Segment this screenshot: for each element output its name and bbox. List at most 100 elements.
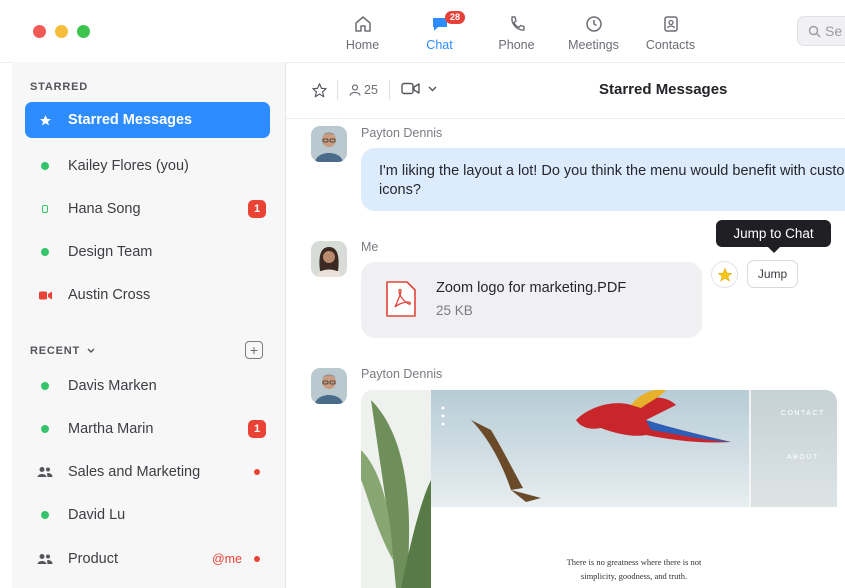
- mobile-status-icon: [42, 205, 48, 213]
- preview-quote-line: simplicity, goodness, and truth.: [580, 571, 688, 581]
- in-meeting-icon: [38, 291, 52, 299]
- preview-nav-contact: CONTACT: [781, 410, 825, 417]
- nav-phone[interactable]: Phone: [478, 12, 555, 52]
- contacts-icon: [663, 16, 678, 32]
- preview-quote-line: There is no greatness where there is not: [566, 557, 702, 567]
- group-icon: [37, 467, 53, 477]
- file-name: Zoom logo for marketing.PDF: [436, 280, 627, 296]
- video-menu-button[interactable]: [401, 82, 437, 95]
- unread-dot: [254, 556, 260, 562]
- pdf-file-icon: [386, 281, 416, 317]
- close-window-button[interactable]: [33, 25, 46, 38]
- online-status-icon: [41, 511, 49, 519]
- sidebar-item-label: David Lu: [68, 507, 126, 523]
- nav-meetings[interactable]: Meetings: [555, 12, 632, 52]
- star-outline-icon[interactable]: [311, 82, 328, 99]
- avatar[interactable]: [311, 368, 347, 404]
- sidebar-item-label: Sales and Marketing: [68, 464, 201, 480]
- avatar[interactable]: [311, 126, 347, 162]
- online-status-icon: [41, 382, 49, 390]
- preview-sky-photo: [431, 390, 749, 507]
- sender-name: Payton Dennis: [361, 367, 443, 381]
- unread-badge: 1: [248, 420, 266, 438]
- chat-unread-badge: 28: [445, 11, 466, 24]
- divider: [337, 80, 338, 100]
- plus-icon: +: [249, 342, 259, 358]
- home-icon: [354, 16, 371, 32]
- tooltip: Jump to Chat: [716, 220, 831, 253]
- unstar-button[interactable]: [711, 261, 738, 288]
- sidebar-item-label: Design Team: [68, 244, 153, 260]
- sidebar-item-austin-cross[interactable]: Austin Cross: [25, 277, 270, 313]
- chevron-down-icon: [428, 86, 437, 91]
- sender-name: Me: [361, 240, 379, 254]
- add-chat-button[interactable]: +: [245, 341, 263, 359]
- recent-label-text: RECENT: [30, 345, 81, 357]
- recent-section-label[interactable]: RECENT: [30, 345, 95, 357]
- sidebar-item-david-lu[interactable]: David Lu: [25, 497, 270, 533]
- online-status-icon: [41, 425, 49, 433]
- sidebar-item-sales-and-marketing[interactable]: Sales and Marketing: [25, 454, 270, 490]
- preview-nav-panel: CONTACT ABOUT: [751, 390, 837, 507]
- nav-contacts[interactable]: Contacts: [632, 12, 709, 52]
- phone-icon: [510, 16, 525, 31]
- preview-nav-about: ABOUT: [787, 454, 819, 461]
- sidebar-item-label: Davis Marken: [68, 378, 157, 394]
- window-controls: [33, 25, 90, 38]
- sidebar-item-label: Austin Cross: [68, 287, 151, 303]
- starred-section-label: STARRED: [30, 81, 88, 93]
- sidebar-item-label: Product: [68, 551, 118, 567]
- video-icon: [401, 82, 420, 95]
- chevron-down-icon: [87, 348, 95, 353]
- sidebar-item-martha-marin[interactable]: Martha Marin 1: [25, 411, 270, 447]
- nav-label: Phone: [498, 38, 535, 52]
- star-icon: [39, 114, 51, 125]
- avatar-man-icon: [311, 368, 347, 404]
- sidebar-item-starred-messages[interactable]: Starred Messages: [25, 102, 270, 138]
- top-bar: Home 28 Chat Phone Meetings Contacts Se: [0, 0, 845, 63]
- plant-leaf-icon: [361, 400, 431, 588]
- jump-button[interactable]: Jump: [747, 260, 798, 288]
- online-status-icon: [41, 248, 49, 256]
- nav-home[interactable]: Home: [324, 12, 401, 52]
- online-status-icon: [41, 162, 49, 170]
- unread-dot: [254, 469, 260, 475]
- mention-badge: @me: [211, 552, 242, 566]
- clock-icon: [585, 16, 602, 32]
- sidebar-item-design-team[interactable]: Design Team: [25, 234, 270, 270]
- image-attachment[interactable]: CONTACT ABOUT There is no greatness wher…: [361, 390, 837, 588]
- avatar-woman-icon: [311, 241, 347, 277]
- unread-badge: 1: [248, 200, 266, 218]
- main-nav: Home 28 Chat Phone Meetings Contacts: [324, 11, 709, 52]
- chat-header: 25 Starred Messages: [286, 62, 845, 119]
- member-count[interactable]: 25: [349, 83, 378, 97]
- avatar[interactable]: [311, 241, 347, 277]
- preview-quote-panel: There is no greatness where there is not…: [431, 507, 837, 588]
- sidebar-item-label: Martha Marin: [68, 421, 154, 437]
- avatar-man-icon: [311, 126, 347, 162]
- maximize-window-button[interactable]: [77, 25, 90, 38]
- nav-label: Meetings: [568, 38, 619, 52]
- sidebar-item-davis-marken[interactable]: Davis Marken: [25, 368, 270, 404]
- chat-title: Starred Messages: [599, 81, 728, 98]
- sidebar-item-hana-song[interactable]: Hana Song 1: [25, 191, 270, 227]
- nav-chat[interactable]: 28 Chat: [401, 11, 478, 52]
- search-input[interactable]: Se: [797, 16, 845, 46]
- sidebar: STARRED Starred Messages Kailey Flores (…: [12, 62, 286, 588]
- sidebar-item-product[interactable]: Product @me: [25, 541, 270, 577]
- sidebar-item-kailey-flores[interactable]: Kailey Flores (you): [25, 148, 270, 184]
- parrot-icon: [441, 390, 731, 502]
- sidebar-item-label: Starred Messages: [68, 112, 193, 128]
- file-size: 25 KB: [436, 303, 473, 318]
- minimize-window-button[interactable]: [55, 25, 68, 38]
- nav-label: Home: [345, 38, 380, 52]
- preview-plant-panel: [361, 390, 431, 588]
- file-attachment[interactable]: Zoom logo for marketing.PDF 25 KB: [361, 262, 702, 338]
- sidebar-item-label: Kailey Flores (you): [68, 158, 189, 174]
- nav-label: Contacts: [645, 38, 696, 52]
- message-bubble[interactable]: I'm liking the layout a lot! Do you thin…: [361, 148, 845, 211]
- member-count-value: 25: [364, 83, 378, 97]
- search-icon: [808, 25, 821, 37]
- sidebar-item-label: Hana Song: [68, 201, 141, 217]
- person-icon: [349, 84, 361, 96]
